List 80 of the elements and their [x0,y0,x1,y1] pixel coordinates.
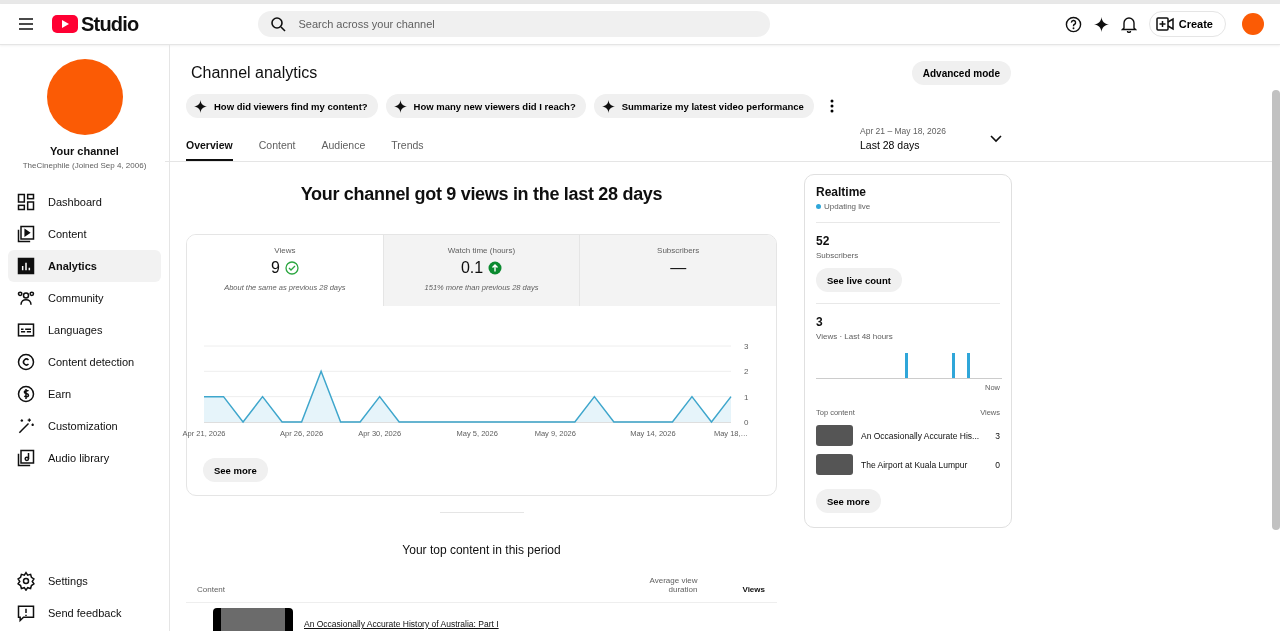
y-tick-label: 2 [744,367,749,377]
bar-chart-icon [16,256,36,276]
sidebar-item[interactable]: Analytics [8,250,161,282]
create-button[interactable]: Create [1148,11,1226,37]
search-icon [270,16,287,32]
advanced-mode-button[interactable]: Advanced mode [911,61,1011,85]
date-range-dropdown[interactable]: Apr 21 – May 18, 2026 Last 28 days [860,126,1274,161]
y-tick-label: 0 [744,418,749,427]
check-circle-icon [284,261,299,275]
sidebar-item[interactable]: Languages [8,314,161,346]
sparkle-icon [393,99,407,113]
search-input[interactable]: Search across your channel [296,17,759,31]
video-title[interactable]: An Occasionally Accurate His... [861,430,988,441]
column-header[interactable]: Views [742,585,765,594]
subscriber-count: 52 [816,234,831,248]
music-library-icon [16,448,36,468]
sidebar-item[interactable]: Dashboard [8,186,161,218]
y-tick-label: 3 [744,342,749,351]
magic-wand-icon [16,416,36,436]
play-logo-icon[interactable] [52,15,78,33]
people-icon [16,288,36,308]
sidebar-item[interactable]: Content [8,218,161,250]
suggestion-chip[interactable]: How did viewers find my content? [186,94,378,118]
feedback-icon [16,603,36,623]
dollar-icon [16,384,36,404]
views-count: 3 [816,315,824,329]
sidebar-item[interactable]: Earn [8,378,161,410]
sparkle-icon[interactable] [1093,16,1109,32]
logo-text[interactable]: Studio [81,12,139,36]
sparkle-icon [194,99,207,113]
page-title: Channel analytics [191,64,318,82]
tab[interactable]: Audience [321,139,366,161]
channel-subtitle: TheCinephile (Joined Sep 4, 2006) [22,161,147,170]
sidebar-item[interactable]: Community [8,282,161,314]
bell-icon[interactable] [1120,15,1137,33]
video-plus-icon [1155,17,1174,31]
suggestion-chip[interactable]: Summarize my latest video performance [593,94,814,118]
live-dot [816,204,821,209]
summary-headline: Your channel got 9 views in the last 28 days [300,184,663,205]
suggestion-chip[interactable]: How many new viewers did I reach? [385,94,586,118]
view-count: 3 [995,430,1000,441]
grid-icon [16,192,36,212]
tab[interactable]: Content [258,139,296,161]
sidebar-item[interactable]: Customization [8,410,161,442]
sidebar-item[interactable]: Settings [8,565,161,597]
chevron-down-icon [990,134,1002,143]
video-thumbnail[interactable] [816,454,853,475]
menu-icon[interactable] [18,17,34,31]
help-icon[interactable] [1064,15,1082,33]
video-title[interactable]: The Airport at Kuala Lumpur [861,459,988,470]
see-more-button[interactable]: See more [816,489,881,513]
see-more-button[interactable]: See more [203,458,268,482]
video-thumbnail[interactable] [213,608,293,631]
view-count: 0 [995,459,1000,470]
sparkle-icon [601,99,615,113]
copyright-icon [16,352,36,372]
sidebar-item[interactable]: Send feedback [8,597,161,629]
card-title: Realtime [816,185,868,199]
video-thumbnail[interactable] [816,425,853,446]
metric-tab[interactable]: Subscribers — [580,235,776,306]
live-status: Updating live [824,202,871,211]
section-title: Your top content in this period [402,543,561,557]
search-field[interactable]: Search across your channel [258,11,771,37]
subscriber-label: Subscribers [816,251,860,260]
column-header[interactable]: Content [197,585,634,594]
see-live-count-button[interactable]: See live count [816,268,902,292]
sidebar-item[interactable]: Content detection [8,346,161,378]
video-library-icon [16,224,36,244]
column-header[interactable]: Average view duration [633,576,698,594]
tab[interactable]: Trends [391,139,424,161]
video-title-link[interactable]: An Occasionally Accurate History of Australia: Part I [304,619,499,629]
channel-title: Your channel [50,145,119,157]
scrollbar-thumb[interactable] [1272,90,1280,530]
settings-icon [16,571,36,591]
views-label: Views · Last 48 hours [816,332,894,341]
y-tick-label: 1 [744,392,749,402]
subtitles-icon [16,320,36,340]
sidebar-item[interactable]: Audio library [8,442,161,474]
tab[interactable]: Overview [186,139,233,161]
avatar[interactable] [1242,13,1264,35]
